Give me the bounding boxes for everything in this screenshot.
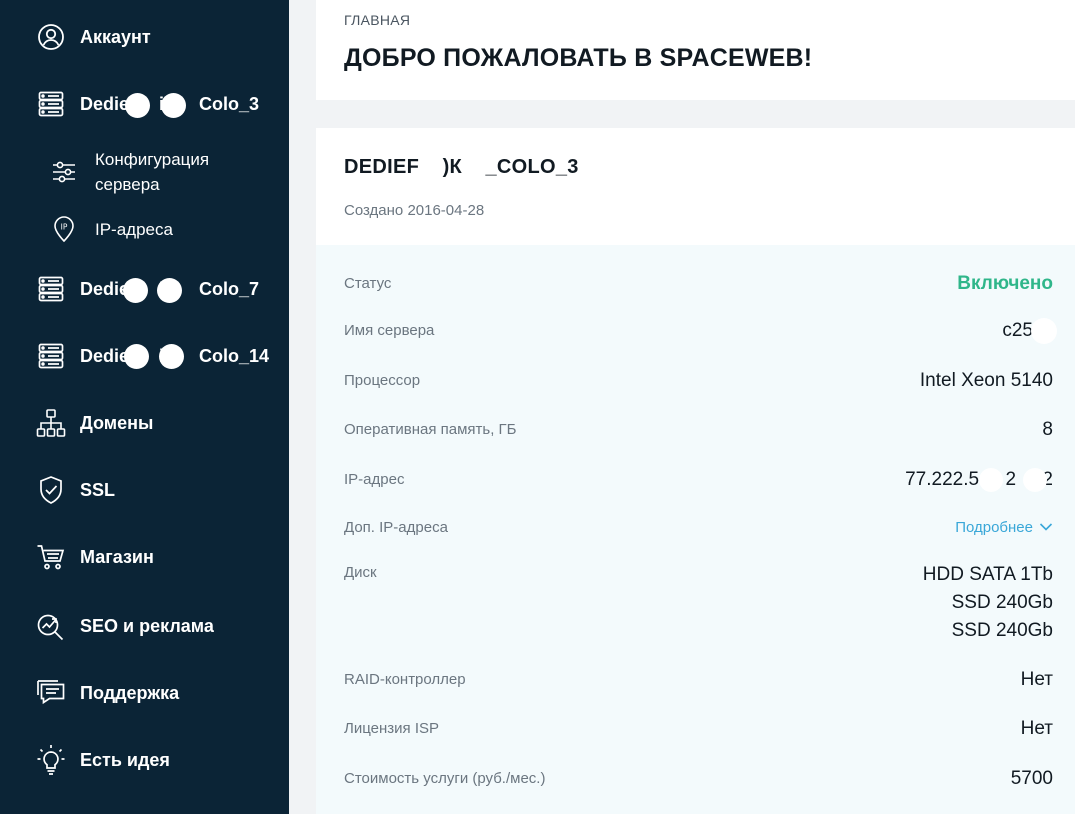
sidebar-item-ssl[interactable]: SSL xyxy=(0,467,289,513)
sidebar-item-domains[interactable]: Домены xyxy=(0,400,289,446)
server-icon xyxy=(36,341,66,371)
disk-list: HDD SATA 1Tb SSD 240Gb SSD 240Gb xyxy=(923,561,1053,645)
lightbulb-icon xyxy=(36,745,66,775)
sidebar-item-idea[interactable]: Есть идея xyxy=(0,737,289,783)
redaction-mark xyxy=(157,278,182,303)
redaction-mark xyxy=(159,344,184,369)
server-created-date: Создано 2016-04-28 xyxy=(344,202,485,219)
breadcrumb[interactable]: ГЛАВНАЯ xyxy=(344,12,410,28)
page-header: ГЛАВНАЯ ДОБРО ПОЖАЛОВАТЬ В SPACEWEB! xyxy=(316,0,1075,100)
server-details-card: DEDIEF )К _COLO_3 Создано 2016-04-28 Ста… xyxy=(316,128,1075,814)
sidebar-item-label: Домены xyxy=(80,412,154,433)
disk-label: Диск xyxy=(344,564,377,581)
sidebar-item-label: Поддержка xyxy=(80,682,180,703)
status-label: Статус xyxy=(344,275,392,292)
sidebar-item-account[interactable]: Аккаунт xyxy=(0,14,289,60)
sidebar-item-shop[interactable]: Магазин xyxy=(0,534,289,580)
sidebar-item-label: Конфигурация сервера xyxy=(95,150,210,194)
sidebar-item-label: SSL xyxy=(80,479,116,500)
server-icon xyxy=(36,274,66,304)
sidebar-item-label: Аккаунт xyxy=(80,26,151,47)
domains-tree-icon xyxy=(36,408,66,438)
svg-text:IP: IP xyxy=(61,223,68,232)
redaction-mark xyxy=(1023,468,1047,492)
server-icon xyxy=(36,89,66,119)
cpu-label: Процессор xyxy=(344,372,421,389)
ram-label: Оперативная память, ГБ xyxy=(344,421,517,438)
sidebar-item-server-config[interactable]: Конфигурация сервера xyxy=(0,146,289,198)
details-link-label: Подробнее xyxy=(955,519,1033,536)
server-name: DEDIEF )К _COLO_3 xyxy=(344,156,579,178)
sidebar-item-label: Есть идея xyxy=(80,749,170,770)
extra-ip-label: Доп. IP-адреса xyxy=(344,519,448,536)
sliders-icon xyxy=(50,158,78,186)
redaction-mark xyxy=(979,468,1003,492)
sidebar-item-label: Магазин xyxy=(80,546,154,567)
raid-label: RAID-контроллер xyxy=(344,671,466,688)
sidebar-item-label: IP-адреса xyxy=(95,219,173,239)
extra-ip-details-link[interactable]: Подробнее xyxy=(955,519,1053,536)
redaction-mark xyxy=(1031,318,1057,344)
disk-item: SSD 240Gb xyxy=(951,592,1053,613)
isp-license-label: Лицензия ISP xyxy=(344,720,439,737)
main-content: ГЛАВНАЯ ДОБРО ПОЖАЛОВАТЬ В SPACEWEB! DED… xyxy=(289,0,1075,814)
disk-item: SSD 240Gb xyxy=(951,620,1053,641)
shield-check-icon xyxy=(36,475,66,505)
status-badge: Включено xyxy=(957,273,1053,294)
page-title: ДОБРО ПОЖАЛОВАТЬ В SPACEWEB! xyxy=(344,44,813,72)
sidebar-item-label: SEO и реклама xyxy=(80,615,214,636)
isp-license-value: Нет xyxy=(1020,718,1053,739)
server-card-header: DEDIEF )К _COLO_3 Создано 2016-04-28 xyxy=(316,128,1075,245)
support-chat-icon xyxy=(36,678,66,708)
sidebar: Аккаунт Dedie il Colo_3 xyxy=(0,0,289,814)
ip-pin-icon: IP xyxy=(50,215,78,243)
raid-value: Нет xyxy=(1020,669,1053,690)
redaction-mark xyxy=(124,344,149,369)
sidebar-item-support[interactable]: Поддержка xyxy=(0,670,289,716)
price-label: Стоимость услуги (руб./мес.) xyxy=(344,770,546,787)
user-circle-icon xyxy=(36,22,66,52)
cart-icon xyxy=(36,542,66,572)
ip-label: IP-адрес xyxy=(344,471,405,488)
redaction-mark xyxy=(161,93,186,118)
sidebar-item-ip-addresses[interactable]: IP IP-адреса xyxy=(0,214,289,244)
app-window: Аккаунт Dedie il Colo_3 xyxy=(0,0,1075,814)
redaction-mark xyxy=(125,93,150,118)
chevron-down-icon xyxy=(1039,519,1053,536)
cpu-value: Intel Xeon 5140 xyxy=(919,370,1053,391)
sidebar-item-seo[interactable]: SEO и реклама xyxy=(0,603,289,649)
hostname-label: Имя сервера xyxy=(344,322,435,339)
redaction-mark xyxy=(123,278,148,303)
hostname-value: c25 xyxy=(1002,320,1033,341)
disk-item: HDD SATA 1Tb xyxy=(922,564,1053,585)
price-value: 5700 xyxy=(1010,768,1053,789)
seo-chart-icon xyxy=(36,611,66,641)
ram-value: 8 xyxy=(1042,419,1053,440)
